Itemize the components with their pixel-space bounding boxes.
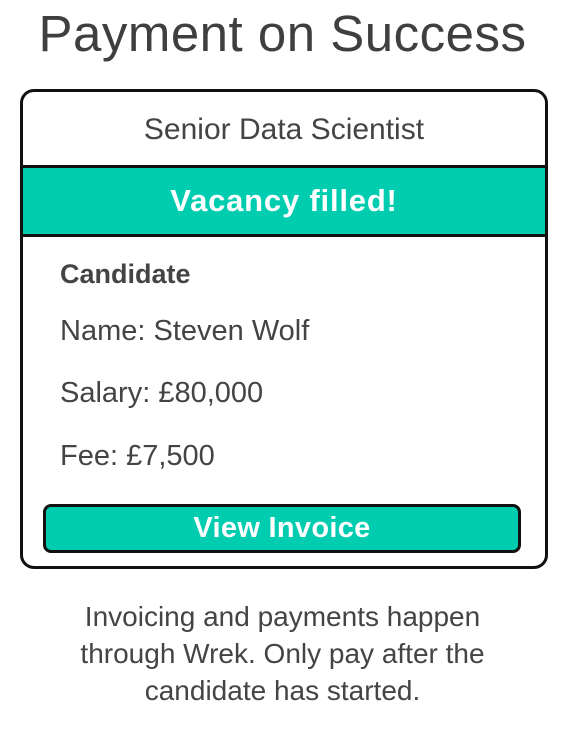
footer-description: Invoicing and payments happen through Wr… — [80, 601, 485, 706]
candidate-salary: Salary: £80,000 — [60, 377, 264, 409]
status-banner: Vacancy filled! — [23, 168, 545, 237]
status-text: Vacancy filled! — [170, 183, 398, 218]
view-invoice-button[interactable]: View Invoice — [43, 504, 521, 553]
card-header: Senior Data Scientist — [23, 92, 545, 168]
placement-card: Senior Data Scientist Vacancy filled! Ca… — [20, 89, 548, 569]
view-invoice-label: View Invoice — [193, 512, 371, 544]
page-title: Payment on Success — [38, 5, 527, 62]
candidate-fee: Fee: £7,500 — [60, 440, 215, 472]
candidate-heading: Candidate — [60, 259, 191, 289]
card-body: Candidate Name: Steven Wolf Salary: £80,… — [23, 237, 545, 566]
candidate-name: Name: Steven Wolf — [60, 315, 310, 347]
job-title: Senior Data Scientist — [143, 112, 425, 146]
